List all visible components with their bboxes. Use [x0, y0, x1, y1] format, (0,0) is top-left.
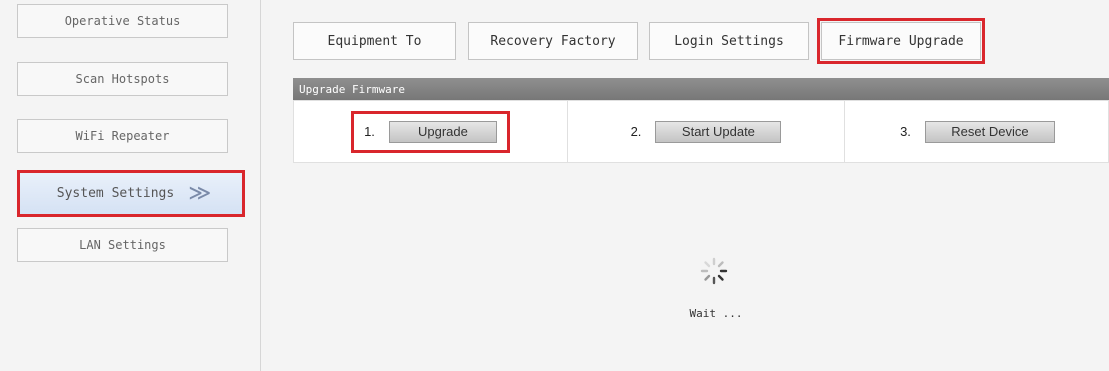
sidebar-item-label: Scan Hotspots [75, 72, 170, 86]
section-header: Upgrade Firmware [293, 78, 1109, 100]
tab-equipment-to[interactable]: Equipment To [293, 22, 456, 60]
sidebar-item-label: LAN Settings [79, 238, 166, 252]
step-3: 3. Reset Device [845, 101, 1109, 162]
sidebar-item-label: WiFi Repeater [75, 129, 170, 143]
tab-firmware-upgrade[interactable]: Firmware Upgrade [817, 18, 985, 64]
section-title: Upgrade Firmware [299, 82, 405, 96]
tab-login-settings[interactable]: Login Settings [649, 22, 809, 60]
sidebar-item-system-settings[interactable]: System Settings ≫ [17, 170, 245, 217]
step-2: 2. Start Update [568, 101, 845, 162]
step-number: 1. [364, 124, 375, 139]
main-panel: Equipment To Recovery Factory Login Sett… [261, 0, 1109, 371]
spinner-icon [700, 257, 728, 285]
step-1-highlight: 1. Upgrade [351, 110, 510, 153]
step-1: 1. Upgrade [294, 101, 568, 162]
tab-label: Recovery Factory [490, 33, 616, 49]
start-update-button[interactable]: Start Update [655, 120, 782, 143]
sidebar-item-scan-hotspots[interactable]: Scan Hotspots [17, 62, 228, 96]
tab-label: Firmware Upgrade [838, 33, 964, 49]
sidebar-item-operative-status[interactable]: Operative Status [17, 4, 228, 38]
double-chevron-right-icon: ≫ [188, 181, 211, 206]
sidebar-nav: Operative Status Scan Hotspots WiFi Repe… [0, 0, 261, 371]
upgrade-steps-row: 1. Upgrade 2. Start Update 3. Reset Devi… [293, 100, 1109, 163]
tab-recovery-factory[interactable]: Recovery Factory [468, 22, 638, 60]
sidebar-item-label: Operative Status [64, 14, 181, 28]
sidebar-item-wifi-repeater[interactable]: WiFi Repeater [17, 119, 228, 153]
status-text: Wait ... [689, 307, 743, 320]
tab-label: Equipment To [327, 33, 422, 49]
sidebar-item-lan-settings[interactable]: LAN Settings [17, 228, 228, 262]
sidebar-item-label: System Settings [56, 186, 175, 201]
upgrade-button[interactable]: Upgrade [388, 120, 497, 143]
reset-device-button[interactable]: Reset Device [924, 120, 1055, 143]
step-number: 3. [900, 124, 911, 139]
tab-label: Login Settings [674, 33, 784, 49]
step-number: 2. [630, 124, 642, 139]
